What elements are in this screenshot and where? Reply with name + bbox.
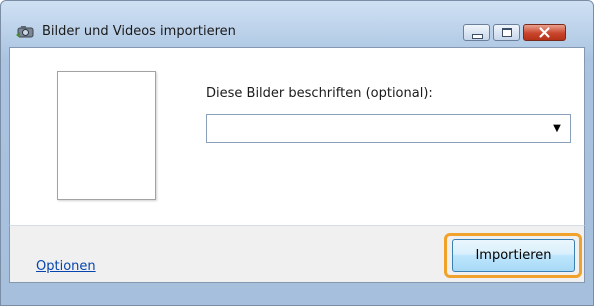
window-title: Bilder und Videos importieren (42, 24, 236, 39)
close-icon (539, 27, 550, 38)
import-button[interactable]: Importieren (452, 239, 575, 272)
minimize-button[interactable] (463, 24, 490, 41)
import-dialog-window: Bilder und Videos importieren Diese Bild… (0, 0, 594, 306)
dropdown-arrow-icon[interactable]: ▼ (550, 123, 564, 135)
caption-label: Diese Bilder beschriften (optional): (206, 86, 433, 101)
caption-input[interactable] (207, 115, 537, 142)
options-link[interactable]: Optionen (36, 259, 96, 274)
image-thumbnail (57, 71, 156, 200)
dialog-footer: Optionen Importieren (9, 225, 585, 283)
caption-combobox[interactable]: ▼ (206, 114, 571, 143)
maximize-button[interactable] (493, 24, 520, 41)
title-bar[interactable]: Bilder und Videos importieren (1, 1, 593, 41)
close-button[interactable] (523, 24, 566, 41)
camera-import-icon (15, 23, 37, 39)
